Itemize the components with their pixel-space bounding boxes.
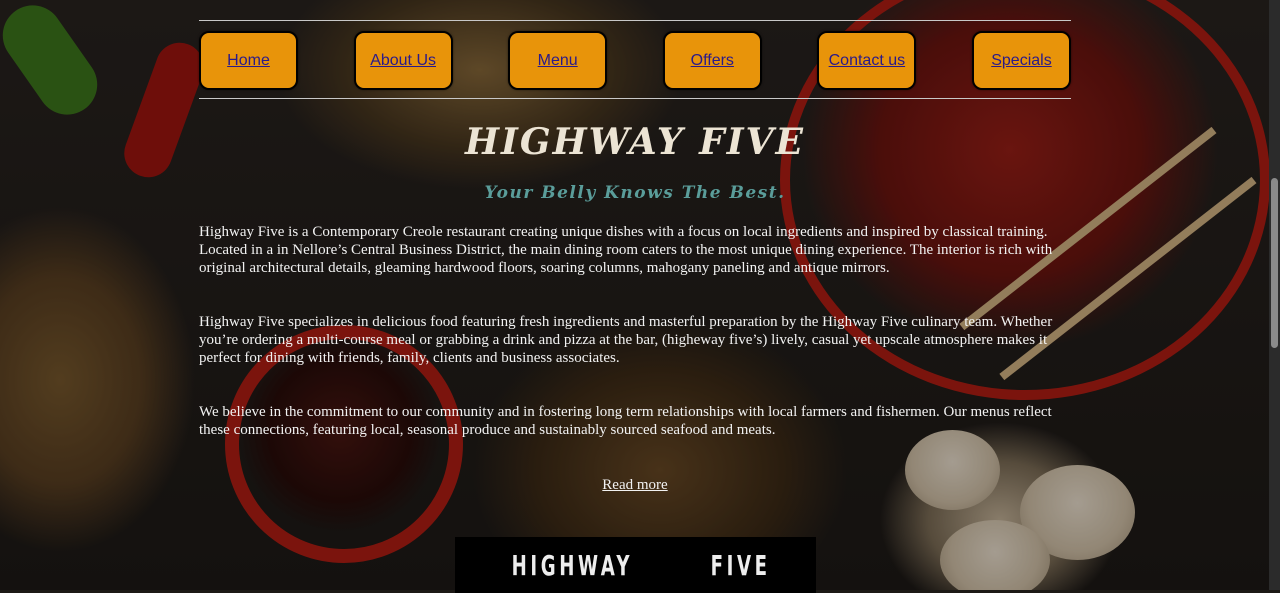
logo-word-five: FIVE: [710, 548, 771, 582]
scrollbar-thumb[interactable]: [1271, 178, 1278, 348]
nav-contact-us-button[interactable]: Contact us: [817, 31, 917, 90]
page-title: HIGHWAY FIVE: [465, 121, 805, 163]
nav-about-us-button[interactable]: About Us: [353, 31, 453, 90]
about-paragraph-2: Highway Five specializes in delicious fo…: [199, 314, 1053, 366]
tagline: Your Belly Knows The Best.: [484, 183, 786, 203]
read-more-link[interactable]: Read more: [199, 477, 1071, 494]
about-paragraph-1: Highway Five is a Contemporary Creole re…: [199, 224, 1053, 276]
about-paragraph-3: We believe in the commitment to our comm…: [199, 404, 1052, 438]
highway-five-logo: HIGHWAY FIVE: [455, 537, 816, 593]
nav-specials-button[interactable]: Specials: [971, 31, 1071, 90]
main-nav: Home About Us Menu Offers Contact us Spe…: [199, 21, 1071, 98]
logo-word-highway: HIGHWAY: [512, 548, 634, 582]
nav-offers-button[interactable]: Offers: [662, 31, 762, 90]
main-content: Home About Us Menu Offers Contact us Spe…: [199, 0, 1071, 494]
nav-menu-button[interactable]: Menu: [508, 31, 608, 90]
nav-divider-bottom: [199, 98, 1071, 99]
nav-home-button[interactable]: Home: [199, 31, 298, 90]
page-scrollbar[interactable]: [1269, 0, 1280, 590]
